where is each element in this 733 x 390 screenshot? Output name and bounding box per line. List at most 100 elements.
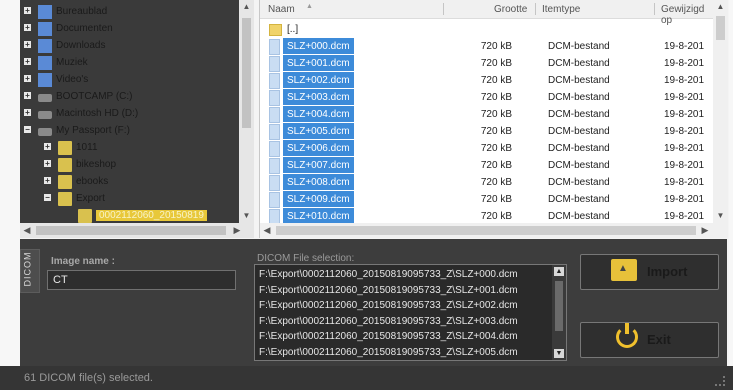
folder-icon: [58, 192, 72, 206]
tree-item[interactable]: − My Passport (F:): [20, 123, 239, 140]
file-row[interactable]: SLZ+006.dcm 720 kB DCM-bestand 19-8-201: [260, 140, 713, 157]
expand-icon[interactable]: +: [24, 92, 31, 100]
file-row[interactable]: SLZ+008.dcm 720 kB DCM-bestand 19-8-201: [260, 174, 713, 191]
tree-hscroll-thumb[interactable]: [36, 226, 226, 235]
tree-item-label: Bureaublad: [56, 6, 108, 17]
image-name-input[interactable]: [47, 270, 236, 290]
selection-scroll-thumb[interactable]: [555, 281, 563, 331]
drive-icon: [38, 111, 52, 119]
tree-item[interactable]: + Muziek: [20, 55, 239, 72]
collapse-icon[interactable]: −: [24, 126, 31, 134]
drive-icon: [38, 94, 52, 102]
tree-item[interactable]: + BOOTCAMP (C:): [20, 89, 239, 106]
column-separator[interactable]: [535, 3, 536, 15]
file-size: 720 kB: [480, 109, 512, 120]
tree-item-label: Export: [76, 193, 105, 204]
expand-icon[interactable]: +: [24, 58, 31, 66]
scroll-left-arrow-icon[interactable]: ◀: [260, 223, 274, 238]
column-header-size[interactable]: Grootte: [494, 4, 527, 15]
tree-item-label: Downloads: [56, 40, 106, 51]
expand-icon[interactable]: +: [24, 24, 31, 32]
dicom-selection-list[interactable]: F:\Export\0002112060_20150819095733_Z\SL…: [254, 264, 567, 361]
selection-item[interactable]: F:\Export\0002112060_20150819095733_Z\SL…: [259, 347, 518, 358]
file-list[interactable]: Naam ▲ Grootte Itemtype Gewijzigd op [..…: [259, 0, 728, 238]
exit-button[interactable]: Exit: [580, 322, 719, 358]
selection-item[interactable]: F:\Export\0002112060_20150819095733_Z\SL…: [259, 285, 518, 296]
selection-item[interactable]: F:\Export\0002112060_20150819095733_Z\SL…: [259, 316, 518, 327]
file-size: 720 kB: [480, 211, 512, 222]
file-row[interactable]: SLZ+001.dcm 720 kB DCM-bestand 19-8-201: [260, 55, 713, 72]
column-separator[interactable]: [443, 3, 444, 15]
tree-item-label: Macintosh HD (D:): [56, 108, 139, 119]
file-modified: 19-8-201: [664, 211, 705, 222]
tab-dicom[interactable]: DICOM: [20, 249, 40, 293]
file-row[interactable]: SLZ+003.dcm 720 kB DCM-bestand 19-8-201: [260, 89, 713, 106]
tree-item[interactable]: + bikeshop: [20, 157, 239, 174]
files-hscroll-thumb[interactable]: [276, 226, 696, 235]
file-row[interactable]: SLZ+009.dcm 720 kB DCM-bestand 19-8-201: [260, 191, 713, 208]
file-list-header: Naam ▲ Grootte Itemtype Gewijzigd op: [260, 0, 713, 26]
dcm-file-icon: [269, 175, 280, 191]
file-row[interactable]: SLZ+002.dcm 720 kB DCM-bestand 19-8-201: [260, 72, 713, 89]
expand-icon[interactable]: +: [44, 143, 51, 151]
parent-folder-row[interactable]: [..]: [260, 21, 713, 38]
scroll-right-arrow-icon[interactable]: ▶: [698, 223, 712, 238]
column-separator[interactable]: [654, 3, 655, 15]
file-type: DCM-bestand: [548, 143, 610, 154]
scroll-left-arrow-icon[interactable]: ◀: [20, 223, 34, 238]
scroll-down-arrow-icon[interactable]: ▼: [239, 209, 254, 223]
tree-item[interactable]: + Macintosh HD (D:): [20, 106, 239, 123]
column-header-type[interactable]: Itemtype: [542, 4, 580, 15]
file-row[interactable]: SLZ+000.dcm 720 kB DCM-bestand 19-8-201: [260, 38, 713, 55]
tree-scroll-thumb[interactable]: [242, 18, 251, 128]
file-name: SLZ+010.dcm: [283, 208, 354, 224]
resize-grip-icon[interactable]: [715, 376, 725, 386]
expand-icon[interactable]: +: [44, 160, 51, 168]
expand-icon[interactable]: +: [24, 41, 31, 49]
selection-item[interactable]: F:\Export\0002112060_20150819095733_Z\SL…: [259, 331, 518, 342]
files-vertical-scrollbar[interactable]: ▲ ▼: [713, 0, 728, 223]
tree-item[interactable]: +1011: [20, 140, 239, 157]
scroll-up-arrow-icon[interactable]: ▲: [554, 267, 564, 276]
selection-item[interactable]: F:\Export\0002112060_20150819095733_Z\SL…: [259, 269, 518, 280]
expand-icon[interactable]: +: [44, 177, 51, 185]
import-button[interactable]: Import: [580, 254, 719, 290]
collapse-icon[interactable]: −: [44, 194, 51, 202]
file-row[interactable]: SLZ+004.dcm 720 kB DCM-bestand 19-8-201: [260, 106, 713, 123]
file-row[interactable]: SLZ+007.dcm 720 kB DCM-bestand 19-8-201: [260, 157, 713, 174]
file-type: DCM-bestand: [548, 160, 610, 171]
expand-icon[interactable]: +: [24, 109, 31, 117]
file-size: 720 kB: [480, 194, 512, 205]
file-row[interactable]: SLZ+005.dcm 720 kB DCM-bestand 19-8-201: [260, 123, 713, 140]
tree-item-label: 0002112060_20150819: [96, 210, 207, 221]
scroll-down-arrow-icon[interactable]: ▼: [554, 349, 564, 358]
tree-item[interactable]: + ebooks: [20, 174, 239, 191]
tree-horizontal-scrollbar[interactable]: ◀ ▶: [20, 223, 254, 238]
tree-item[interactable]: 0002112060_20150819: [20, 208, 239, 223]
tree-item[interactable]: − Export: [20, 191, 239, 208]
tree-item[interactable]: + Documenten: [20, 21, 239, 38]
folder-tree-list: + Bureaublad + Documenten + Downloads + Muziek +…: [20, 0, 239, 223]
selection-item[interactable]: F:\Export\0002112060_20150819095733_Z\SL…: [259, 300, 518, 311]
scroll-up-arrow-icon[interactable]: ▲: [713, 0, 728, 14]
scroll-down-arrow-icon[interactable]: ▼: [713, 209, 728, 223]
scroll-up-arrow-icon[interactable]: ▲: [239, 0, 254, 14]
column-header-name[interactable]: Naam: [268, 4, 295, 15]
folder-tree[interactable]: + Bureaublad + Documenten + Downloads + Muziek +…: [20, 0, 254, 238]
music-folder-icon: [38, 56, 52, 70]
tree-item[interactable]: + Downloads: [20, 38, 239, 55]
expand-icon[interactable]: +: [24, 75, 31, 83]
folder-up-icon: [269, 24, 282, 36]
videos-folder-icon: [38, 73, 52, 87]
file-name: SLZ+003.dcm: [283, 89, 354, 105]
selection-scrollbar[interactable]: ▲ ▼: [552, 265, 566, 360]
expand-icon[interactable]: +: [24, 7, 31, 15]
dcm-file-icon: [269, 90, 280, 106]
files-horizontal-scrollbar[interactable]: ◀ ▶: [260, 223, 728, 238]
tree-item[interactable]: + Bureaublad: [20, 4, 239, 21]
files-scroll-thumb[interactable]: [716, 16, 725, 40]
scroll-right-arrow-icon[interactable]: ▶: [230, 223, 244, 238]
folder-icon: [58, 158, 72, 172]
tree-item[interactable]: + Video's: [20, 72, 239, 89]
tree-vertical-scrollbar[interactable]: ▲ ▼: [239, 0, 254, 223]
